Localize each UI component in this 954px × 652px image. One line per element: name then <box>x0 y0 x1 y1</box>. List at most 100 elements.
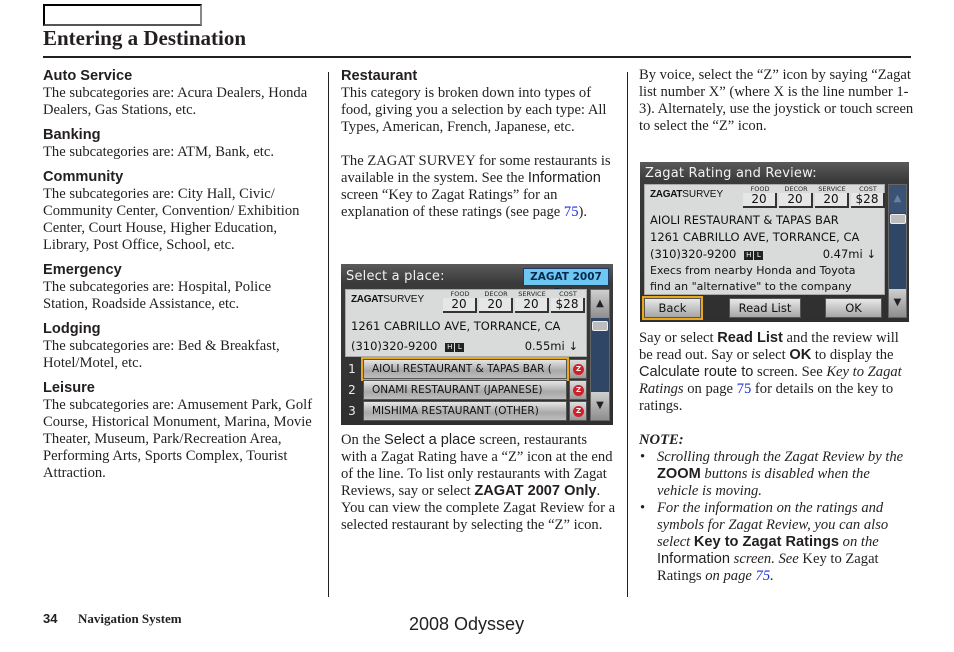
zagat-2007-only-button[interactable]: ZAGAT 2007 Only <box>523 268 609 299</box>
h-icon: H <box>744 251 754 260</box>
column-2-lower: On the Select a place screen, restaurant… <box>341 432 616 534</box>
scrollbar[interactable]: ▲ ▼ <box>888 184 907 318</box>
restaurant-button[interactable]: MISHIMA RESTAURANT (OTHER) <box>363 401 567 421</box>
column-divider <box>328 72 329 597</box>
page-title: Entering a Destination <box>43 26 247 50</box>
zagat-z-icon: Z <box>573 385 584 396</box>
section-leisure: Leisure The subcategories are: Amusement… <box>43 379 318 482</box>
restaurant-button[interactable]: ONAMI RESTAURANT (JAPANESE) <box>363 380 567 400</box>
button-term: Read List <box>717 330 783 346</box>
ui-term: Select a place <box>383 432 476 448</box>
text: on page <box>683 381 737 397</box>
rating-value: 20 <box>779 193 813 208</box>
voice-paragraph: By voice, select the “Z” icon by saying … <box>639 67 914 134</box>
button-term: OK <box>789 347 812 363</box>
rating-value: $28 <box>551 298 585 313</box>
page-link[interactable]: 75 <box>564 204 579 220</box>
button-term: ZAGAT 2007 Only <box>474 483 597 499</box>
address: 1261 CABRILLO AVE, TORRANCE, CA <box>351 319 561 333</box>
rating-food: FOOD 20 <box>443 291 477 313</box>
text: ). <box>578 204 587 220</box>
list-item: 1 AIOLI RESTAURANT & TAPAS BAR ( Z <box>345 357 587 381</box>
l-icon: L <box>455 343 465 352</box>
row-number: 1 <box>348 362 356 376</box>
section-body: The subcategories are: Bed & Breakfast, … <box>43 338 280 371</box>
scroll-down-arrow-icon[interactable]: ▼ <box>889 289 906 317</box>
section-body: The subcategories are: Hospital, Police … <box>43 279 272 312</box>
note-list: Scrolling through the Zagat Review by th… <box>639 449 914 585</box>
zagat-review-screen: Zagat Rating and Review: ZAGATSURVEY FOO… <box>640 162 909 322</box>
review-text: find an "alternative" to the company <box>650 280 852 293</box>
text: On the <box>341 432 384 448</box>
info-panel: ZAGATSURVEY FOOD 20 DECOR 20 SERVICE 20 COS… <box>345 289 587 357</box>
scroll-up-arrow-icon[interactable]: ▲ <box>889 185 906 213</box>
ui-term: Information <box>527 170 601 186</box>
section-body: The subcategories are: ATM, Bank, etc. <box>43 144 274 160</box>
section-lodging: Lodging The subcategories are: Bed & Bre… <box>43 320 318 372</box>
ui-term: Information <box>657 551 731 567</box>
page-link[interactable]: 75 <box>756 568 771 584</box>
text: on the <box>839 534 879 550</box>
zagat-z-button[interactable]: Z <box>569 380 587 400</box>
phone: (310)320-9200 <box>351 339 438 353</box>
rating-cost: COST $28 <box>551 291 585 313</box>
l-icon: L <box>754 251 764 260</box>
section-emergency: Emergency The subcategories are: Hospita… <box>43 261 318 313</box>
zagat-z-icon: Z <box>573 364 584 375</box>
screen-title: Zagat Rating and Review: <box>645 166 817 181</box>
scroll-thumb[interactable] <box>592 321 608 331</box>
section-body: The subcategories are: Acura Dealers, Ho… <box>43 85 308 118</box>
note-item: For the information on the ratings and s… <box>639 500 914 585</box>
restaurant-button[interactable]: AIOLI RESTAURANT & TAPAS BAR ( <box>361 357 569 381</box>
logo-bold: ZAGAT <box>351 294 384 305</box>
rating-service: SERVICE 20 <box>815 186 849 208</box>
logo-bold: ZAGAT <box>650 189 683 200</box>
scroll-thumb[interactable] <box>890 214 906 224</box>
scrollbar[interactable]: ▲ ▼ <box>590 289 610 421</box>
section-community: Community The subcategories are: City Ha… <box>43 168 318 254</box>
zagat-survey-logo: ZAGATSURVEY <box>650 189 723 200</box>
zagat-survey-paragraph: The ZAGAT SURVEY for some restaurants is… <box>341 153 616 221</box>
ratings: FOOD 20 DECOR 20 SERVICE 20 COST $28 <box>743 186 885 208</box>
read-list-button[interactable]: Read List <box>729 298 801 318</box>
section-heading: Community <box>43 169 124 185</box>
zagat-z-button[interactable]: Z <box>569 401 587 421</box>
section-heading: Auto Service <box>43 68 133 84</box>
select-place-paragraph: On the Select a place screen, restaurant… <box>341 432 616 534</box>
scroll-down-arrow-icon[interactable]: ▼ <box>591 392 609 420</box>
rating-value: 20 <box>515 298 549 313</box>
zagat-z-icon: Z <box>573 406 584 417</box>
list-item: 3 MISHIMA RESTAURANT (OTHER) Z <box>345 401 587 421</box>
scroll-up-arrow-icon[interactable]: ▲ <box>591 290 609 318</box>
rating-service: SERVICE 20 <box>515 291 549 313</box>
direction-arrow-icon: ↓ <box>866 247 876 261</box>
rating-decor: DECOR 20 <box>479 291 513 313</box>
note-item: Scrolling through the Zagat Review by th… <box>639 449 914 500</box>
rating-cost: COST $28 <box>851 186 885 208</box>
text: on page <box>701 568 756 584</box>
text: screen “Key to Zagat Ratings” for an exp… <box>341 187 564 220</box>
column-1: Auto Service The subcategories are: Acur… <box>43 67 318 489</box>
ok-button[interactable]: OK <box>825 298 882 318</box>
rating-value: 20 <box>743 193 777 208</box>
text: screen. See <box>753 364 827 380</box>
column-3: By voice, select the “Z” icon by saying … <box>639 67 914 135</box>
distance: 0.47mi ↓ <box>823 247 876 261</box>
section-tab-box <box>43 4 202 26</box>
back-button[interactable]: Back <box>642 296 703 320</box>
section-heading: Banking <box>43 127 101 143</box>
logo-rest: SURVEY <box>682 189 724 200</box>
ui-term: Calculate route to <box>639 364 754 380</box>
page-link[interactable]: 75 <box>737 381 752 397</box>
rating-value: $28 <box>851 193 885 208</box>
button-term: ZOOM <box>657 466 701 482</box>
section-auto-service: Auto Service The subcategories are: Acur… <box>43 67 318 119</box>
section-heading-restaurant: Restaurant <box>341 68 418 84</box>
restaurant-name: AIOLI RESTAURANT & TAPAS BAR <box>650 213 839 227</box>
rating-value: 20 <box>815 193 849 208</box>
distance-value: 0.55mi <box>524 339 565 353</box>
h-icon: H <box>445 343 455 352</box>
zagat-z-button[interactable]: Z <box>569 359 587 379</box>
select-a-place-screen: Select a place: ZAGAT 2007 Only ZAGATSUR… <box>341 264 613 425</box>
list-item: 2 ONAMI RESTAURANT (JAPANESE) Z <box>345 380 587 400</box>
